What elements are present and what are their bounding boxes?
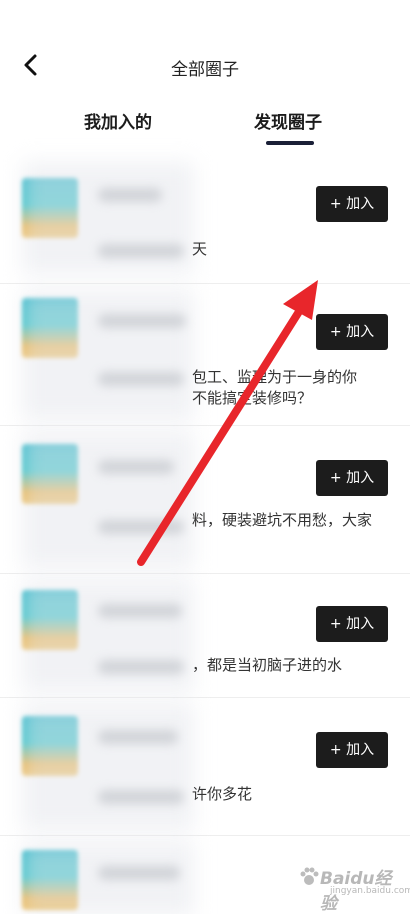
join-button[interactable]: + 加入	[316, 314, 388, 350]
watermark-sub: jingyan.baidu.com	[330, 886, 410, 896]
active-tab-indicator	[266, 141, 314, 145]
tab-bar: 我加入的 发现圈子	[0, 100, 410, 150]
tab-discover[interactable]: 发现圈子	[254, 108, 322, 133]
circle-description: ，都是当初脑子进的水	[192, 656, 343, 674]
blurred-name	[98, 866, 180, 880]
blurred-description	[98, 372, 184, 386]
blurred-circle-info	[22, 580, 194, 692]
circle-description: 包工、监理为于一身的你 不能搞定装修吗？	[192, 368, 358, 407]
list-item[interactable]: 包工、监理为于一身的你 不能搞定装修吗？ + 加入	[0, 284, 410, 426]
join-button[interactable]: + 加入	[316, 732, 388, 768]
blurred-description	[98, 790, 184, 804]
blurred-circle-info	[22, 290, 194, 420]
page-title: 全部圈子	[171, 60, 239, 80]
blurred-name	[98, 604, 182, 618]
blurred-description	[98, 520, 184, 534]
blurred-name	[98, 730, 178, 744]
blurred-description	[98, 244, 184, 258]
blurred-name	[98, 188, 162, 202]
join-button[interactable]: + 加入	[316, 606, 388, 642]
join-button[interactable]: + 加入	[316, 186, 388, 222]
header-bar: 全部圈子	[0, 0, 410, 100]
circle-description: 天	[192, 240, 208, 258]
list-item[interactable]: ，都是当初脑子进的水 + 加入	[0, 574, 410, 698]
watermark: Baidu经验 jingyan.baidu.com	[292, 862, 410, 914]
blurred-name	[98, 460, 174, 474]
paw-icon	[300, 867, 319, 885]
circle-description: 许你多花	[192, 785, 253, 803]
blurred-name	[98, 314, 186, 328]
blurred-circle-info	[22, 432, 194, 568]
tab-joined[interactable]: 我加入的	[84, 108, 152, 133]
join-button[interactable]: + 加入	[316, 460, 388, 496]
blurred-description	[98, 660, 184, 674]
blurred-circle-info	[22, 704, 194, 830]
circle-description: 料，硬装避坑不用愁，大家	[192, 511, 373, 529]
list-item[interactable]: 许你多花 + 加入	[0, 698, 410, 836]
list-item[interactable]: 料，硬装避坑不用愁，大家 + 加入	[0, 426, 410, 574]
list-item[interactable]: 天 + 加入	[0, 152, 410, 284]
